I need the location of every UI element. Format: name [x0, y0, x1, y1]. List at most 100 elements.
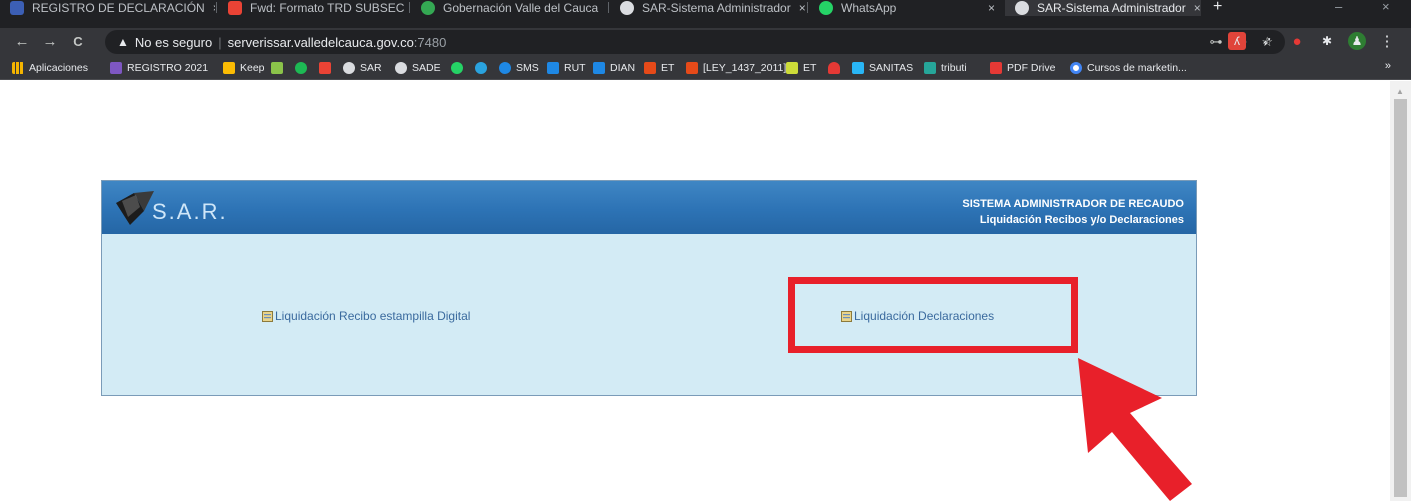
tab-title: REGISTRO DE DECLARACIÓN: [32, 1, 205, 15]
bookmark-tributi[interactable]: tributi: [924, 60, 967, 76]
link-liquidacion-recibo-estampilla[interactable]: Liquidación Recibo estampilla Digital: [262, 309, 470, 323]
bookmark-pdf-drive[interactable]: PDF Drive: [990, 60, 1055, 76]
gmail-favicon-icon: [228, 1, 242, 15]
whatsapp-favicon-icon: [819, 1, 833, 15]
bookmark-label: DIAN: [610, 62, 636, 74]
address-bar[interactable]: ▲ No es seguro | serverissar.valledelcau…: [105, 30, 1285, 54]
tab-gobernacion[interactable]: Gobernación Valle del Cauca ×: [411, 0, 607, 16]
new-tab-button[interactable]: +: [1213, 0, 1222, 16]
bookmark-spotify[interactable]: [295, 60, 307, 76]
tab-title: Gobernación Valle del Cauca: [443, 1, 599, 15]
dian-icon: [593, 62, 605, 74]
font-a-icon: [786, 62, 798, 74]
bookmark-dian[interactable]: DIAN: [593, 60, 635, 76]
password-key-icon[interactable]: ⊶: [1209, 34, 1222, 50]
bookmark-gmail[interactable]: [319, 60, 331, 76]
tab-close-icon[interactable]: ×: [1194, 1, 1201, 15]
bookmark-label: tributi: [941, 62, 967, 74]
bookmarks-bar: Aplicaciones REGISTRO 2021 Keep SAR SADE…: [0, 56, 1411, 80]
google-icon: [1070, 62, 1082, 74]
keep-icon: [223, 62, 235, 74]
close-window-button[interactable]: ×: [1382, 0, 1390, 16]
minimize-window-button[interactable]: –: [1335, 0, 1342, 16]
whatsapp-icon: [451, 62, 463, 74]
security-status-text[interactable]: No es seguro: [135, 35, 212, 50]
bookmark-et[interactable]: ET: [644, 60, 674, 76]
bookmark-sanitas[interactable]: SANITAS: [852, 60, 913, 76]
scroll-up-arrow-icon[interactable]: ▲: [1396, 87, 1404, 96]
tab-close-icon[interactable]: ×: [213, 1, 215, 15]
tab-divider: [216, 2, 217, 13]
bookmark-label: Cursos de marketin...: [1087, 62, 1187, 74]
bookmark-colors[interactable]: [271, 60, 283, 76]
bookmarks-overflow-button[interactable]: »: [1385, 60, 1391, 72]
tab-title: WhatsApp: [841, 1, 897, 15]
globe-icon: [343, 62, 355, 74]
vertical-scrollbar[interactable]: ▲: [1390, 81, 1411, 501]
document-icon: [262, 310, 273, 322]
sar-header: S.A.R. SISTEMA ADMINISTRADOR DE RECAUDO …: [102, 181, 1196, 234]
spotify-icon: [295, 62, 307, 74]
sanitas-icon: [852, 62, 864, 74]
tab-whatsapp[interactable]: WhatsApp ×: [809, 0, 1005, 16]
browser-tab-strip: REGISTRO DE DECLARACIÓN × Fwd: Formato T…: [0, 0, 1411, 28]
bookmark-label: PDF Drive: [1007, 62, 1056, 74]
tributi-icon: [924, 62, 936, 74]
pdfdrive-icon: [990, 62, 1002, 74]
gobernacion-favicon-icon: [421, 1, 435, 15]
tab-close-icon[interactable]: ×: [606, 1, 607, 15]
puzzle-extension-icon[interactable]: ✱: [1318, 32, 1336, 50]
apps-grid-icon: [12, 62, 24, 74]
bookmark-sade[interactable]: SADE: [395, 60, 441, 76]
tab-sar-1[interactable]: SAR-Sistema Administrador ×: [610, 0, 806, 16]
forms-icon: [110, 62, 122, 74]
globe-icon: [395, 62, 407, 74]
bookmark-registro-2021[interactable]: REGISTRO 2021: [110, 60, 208, 76]
url-host: serverissar.valledelcauca.gov.co: [227, 34, 414, 50]
bookmark-cursos-marketing[interactable]: Cursos de marketin...: [1070, 60, 1187, 76]
profile-avatar-icon[interactable]: ♟: [1348, 32, 1366, 50]
dart-extension-icon[interactable]: ➶: [1258, 32, 1276, 50]
bookmark-sms[interactable]: SMS: [499, 60, 539, 76]
bookmark-label: REGISTRO 2021: [127, 62, 209, 74]
bookmark-et-font[interactable]: ET: [786, 60, 816, 76]
colors-icon: [271, 62, 283, 74]
sar-logo-text: S.A.R.: [152, 199, 228, 224]
forward-arrow-icon[interactable]: →: [40, 32, 60, 52]
adblock-extension-icon[interactable]: ●: [1288, 32, 1306, 50]
bookmark-keep[interactable]: Keep: [223, 60, 265, 76]
browser-toolbar: ← → C ▲ No es seguro | serverissar.valle…: [0, 28, 1411, 56]
bookmark-label: Keep: [240, 62, 265, 74]
tab-gmail-fwd[interactable]: Fwd: Formato TRD SUBSEC ×: [218, 0, 408, 16]
bookmark-aplicaciones[interactable]: Aplicaciones: [12, 60, 88, 76]
warning-triangle-icon: ▲: [117, 35, 129, 49]
bookmark-ley-1437[interactable]: [LEY_1437_2011]: [686, 60, 786, 76]
bookmark-whatsapp[interactable]: [451, 60, 463, 76]
sar-logo: S.A.R.: [116, 191, 228, 225]
tab-registro-declaracion[interactable]: REGISTRO DE DECLARACIÓN ×: [0, 0, 215, 16]
url-port: :7480: [413, 34, 447, 50]
bookmark-telegram[interactable]: [475, 60, 487, 76]
bookmark-sar[interactable]: SAR: [343, 60, 382, 76]
tab-close-icon[interactable]: ×: [799, 1, 806, 15]
bookmark-label: [LEY_1437_2011]: [703, 62, 787, 74]
link-label: Liquidación Recibo estampilla Digital: [275, 309, 471, 323]
bookmark-heart[interactable]: [828, 60, 840, 76]
bookmark-label: Aplicaciones: [29, 62, 88, 74]
bookmark-label: SANITAS: [869, 62, 914, 74]
scroll-thumb[interactable]: [1394, 99, 1407, 497]
pdf-extension-icon[interactable]: ʎ: [1228, 32, 1246, 50]
back-arrow-icon[interactable]: ←: [12, 32, 32, 52]
menu-kebab-icon[interactable]: ⋮: [1378, 32, 1396, 50]
forms-favicon-icon: [10, 1, 24, 15]
bookmark-rut[interactable]: RUT: [547, 60, 586, 76]
tab-title: SAR-Sistema Administrador: [642, 1, 791, 15]
highlight-box: [788, 277, 1078, 353]
address-separator: |: [218, 34, 222, 50]
gmail-icon: [319, 62, 331, 74]
reload-icon[interactable]: C: [68, 32, 88, 52]
et-icon: [644, 62, 656, 74]
telegram-icon: [475, 62, 487, 74]
tab-close-icon[interactable]: ×: [988, 1, 995, 15]
tab-sar-active[interactable]: SAR-Sistema Administrador ×: [1005, 0, 1201, 16]
